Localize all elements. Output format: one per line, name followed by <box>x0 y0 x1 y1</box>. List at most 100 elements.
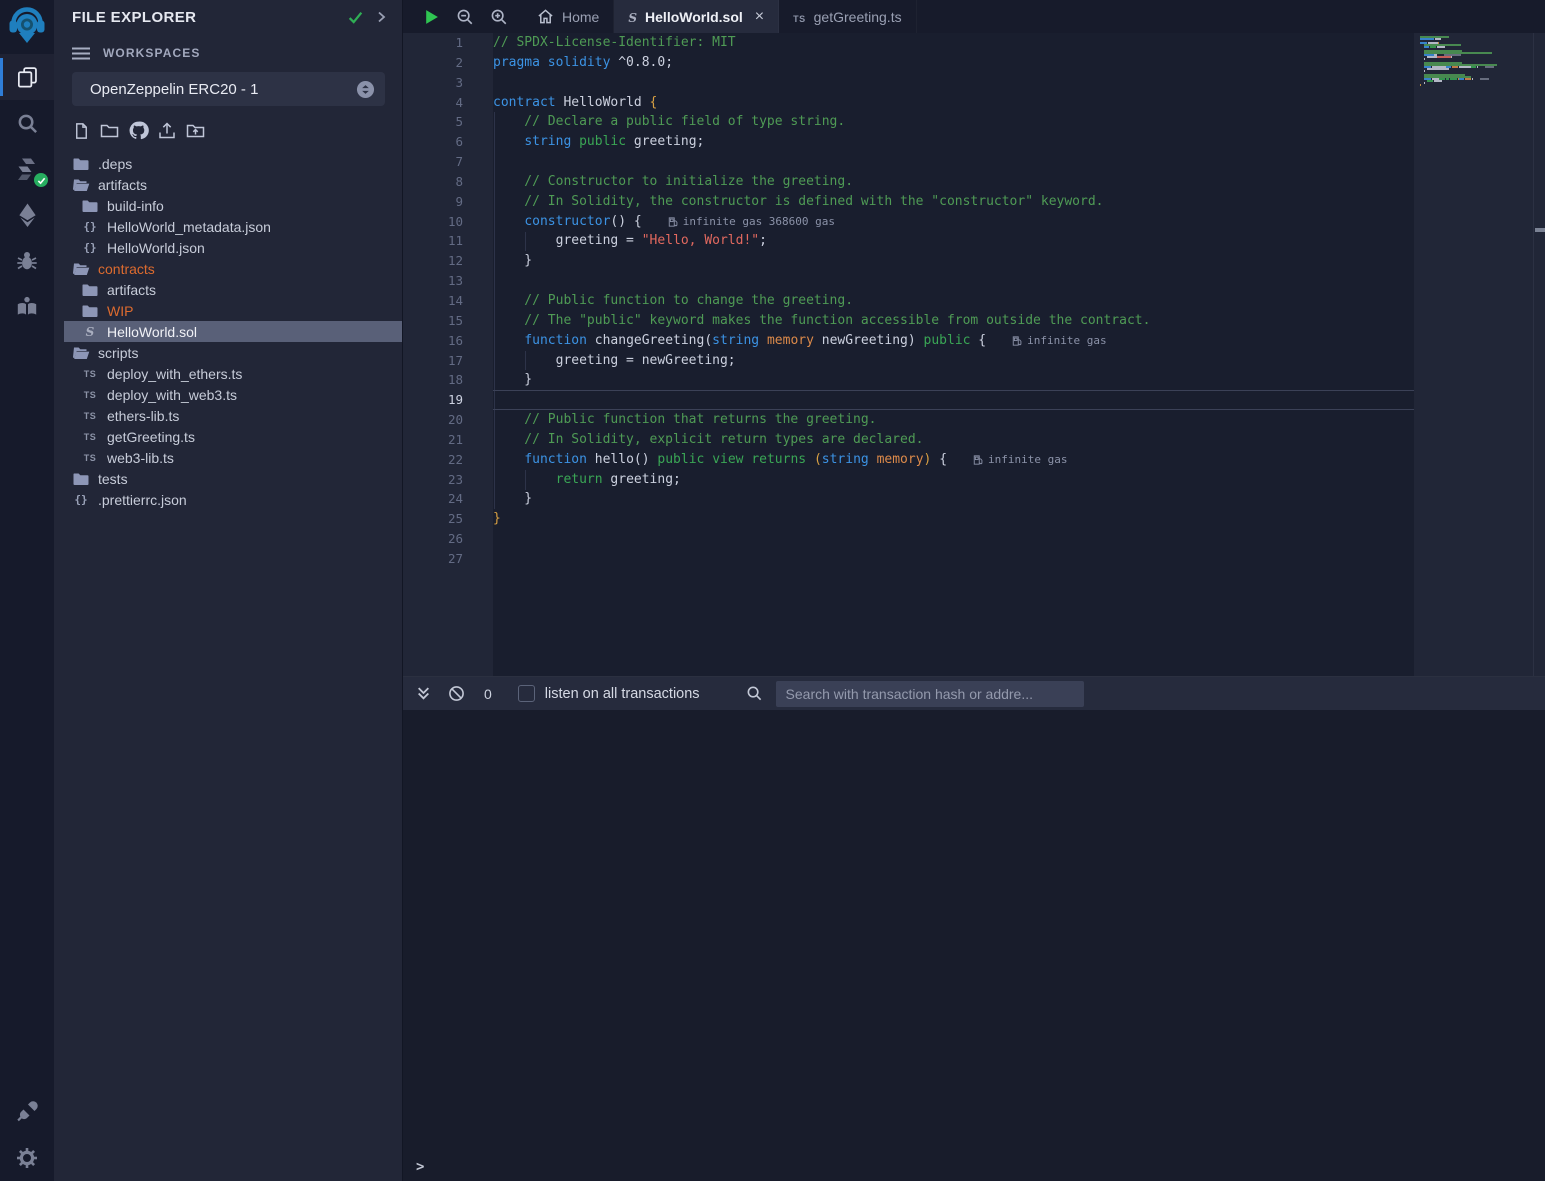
line-number: 10 <box>403 212 463 232</box>
hamburger-menu-icon[interactable] <box>72 47 90 60</box>
tree-item-web3-lib.ts[interactable]: TSweb3-lib.ts <box>64 447 402 468</box>
zoom-out-icon[interactable] <box>456 8 474 26</box>
new-file-icon[interactable] <box>72 121 91 141</box>
code-line-23[interactable]: 23 return greeting; <box>403 470 1414 490</box>
json-icon: {} <box>72 493 90 506</box>
line-number: 7 <box>403 152 463 172</box>
tree-item-.prettierrc.json[interactable]: {}.prettierrc.json <box>64 489 402 510</box>
sol-icon: S <box>81 325 99 339</box>
gas-estimate-annotation: infinite gas <box>973 450 1067 470</box>
code-line-26[interactable]: 26 <box>403 529 1414 549</box>
code-line-8[interactable]: 8 // Constructor to initialize the greet… <box>403 172 1414 192</box>
code-line-24[interactable]: 24 } <box>403 489 1414 509</box>
code-line-16[interactable]: 16 function changeGreeting(string memory… <box>403 331 1414 351</box>
sidebar-item-file-explorer[interactable] <box>0 54 54 100</box>
new-folder-icon[interactable] <box>99 121 120 141</box>
code-line-18[interactable]: 18 } <box>403 370 1414 390</box>
folder-open-icon <box>72 178 90 192</box>
remix-logo-icon <box>7 6 47 48</box>
gas-estimate-annotation: infinite gas 368600 gas <box>668 212 835 232</box>
clear-console-icon[interactable] <box>448 685 465 702</box>
code-line-21[interactable]: 21 // In Solidity, explicit return types… <box>403 430 1414 450</box>
code-line-19[interactable]: 19 <box>403 390 1414 410</box>
sidebar-item-solidity-compiler[interactable] <box>0 146 54 192</box>
code-line-14[interactable]: 14 // Public function to change the gree… <box>403 291 1414 311</box>
terminal-output[interactable]: > <box>403 710 1545 1181</box>
code-line-3[interactable]: 3 <box>403 73 1414 93</box>
code-line-1[interactable]: 1// SPDX-License-Identifier: MIT <box>403 33 1414 53</box>
code-line-13[interactable]: 13 <box>403 271 1414 291</box>
tree-item-label: build-info <box>107 198 164 214</box>
code-line-4[interactable]: 4contract HelloWorld { <box>403 93 1414 113</box>
file-explorer-icon <box>15 65 40 90</box>
terminal-search-input[interactable] <box>776 681 1084 707</box>
sidebar-item-search[interactable] <box>0 100 54 146</box>
code-editor[interactable]: 1// SPDX-License-Identifier: MIT2 pragma … <box>403 33 1545 677</box>
line-number: 2 <box>403 53 463 73</box>
ts-icon: TS <box>81 411 99 421</box>
tree-item-build-info[interactable]: build-info <box>64 195 402 216</box>
code-line-22[interactable]: 22 function hello() public view returns … <box>403 450 1414 470</box>
tree-item-deploy_with_ethers.ts[interactable]: TSdeploy_with_ethers.ts <box>64 363 402 384</box>
code-line-27[interactable]: 27 <box>403 549 1414 569</box>
code-text: string public greeting; <box>493 132 704 152</box>
tab-HelloWorld.sol[interactable]: SHelloWorld.sol× <box>614 0 779 33</box>
tree-item-WIP[interactable]: WIP <box>64 300 402 321</box>
tree-item-scripts[interactable]: scripts <box>64 342 402 363</box>
upload-file-icon[interactable] <box>157 121 177 141</box>
ts-icon: TS <box>81 432 99 442</box>
code-line-2[interactable]: 2 pragma solidity ^0.8.0; <box>403 53 1414 73</box>
tab-getGreeting.ts[interactable]: TSgetGreeting.ts <box>779 0 916 33</box>
tree-item-HelloWorld.json[interactable]: {}HelloWorld.json <box>64 237 402 258</box>
sidebar-item-deploy-run[interactable] <box>0 192 54 238</box>
remix-logo[interactable] <box>0 0 54 54</box>
code-text: pragma solidity ^0.8.0; <box>493 53 673 73</box>
code-line-25[interactable]: 25} <box>403 509 1414 529</box>
upload-folder-icon[interactable] <box>185 121 206 141</box>
tree-item-tests[interactable]: tests <box>64 468 402 489</box>
tree-item-HelloWorld_metadata.json[interactable]: {}HelloWorld_metadata.json <box>64 216 402 237</box>
code-line-9[interactable]: 9 // In Solidity, the constructor is def… <box>403 192 1414 212</box>
sidebar-item-debugger[interactable] <box>0 238 54 284</box>
workspace-select[interactable]: OpenZeppelin ERC20 - 1 <box>72 72 385 106</box>
tree-item-artifacts[interactable]: artifacts <box>64 279 402 300</box>
code-lines: 1// SPDX-License-Identifier: MIT2 pragma … <box>403 33 1414 569</box>
code-line-20[interactable]: 20 // Public function that returns the g… <box>403 410 1414 430</box>
sidebar-item-settings[interactable] <box>0 1135 54 1181</box>
tree-item-artifacts[interactable]: artifacts <box>64 174 402 195</box>
code-line-5[interactable]: 5 // Declare a public field of type stri… <box>403 112 1414 132</box>
code-line-15[interactable]: 15 // The "public" keyword makes the fun… <box>403 311 1414 331</box>
tab-label: getGreeting.ts <box>814 9 902 25</box>
zoom-in-icon[interactable] <box>490 8 508 26</box>
line-number: 14 <box>403 291 463 311</box>
code-line-17[interactable]: 17 greeting = newGreeting; <box>403 351 1414 371</box>
tree-item-.deps[interactable]: .deps <box>64 153 402 174</box>
tree-item-contracts[interactable]: contracts <box>64 258 402 279</box>
run-play-icon[interactable] <box>423 8 440 26</box>
close-tab-icon[interactable]: × <box>755 8 764 26</box>
minimap[interactable] <box>1420 36 1526 90</box>
workspaces-label: WORKSPACES <box>103 46 200 60</box>
listen-transactions-checkbox[interactable] <box>518 685 535 702</box>
line-number: 21 <box>403 430 463 450</box>
code-line-11[interactable]: 11 greeting = "Hello, World!"; <box>403 231 1414 251</box>
code-text: // The "public" keyword makes the functi… <box>493 311 1150 331</box>
tree-item-ethers-lib.ts[interactable]: TSethers-lib.ts <box>64 405 402 426</box>
code-line-7[interactable]: 7 <box>403 152 1414 172</box>
sidebar-item-plugin-manager[interactable] <box>0 1089 54 1135</box>
folder-icon <box>72 157 90 171</box>
code-line-6[interactable]: 6 string public greeting; <box>403 132 1414 152</box>
overview-ruler[interactable] <box>1533 33 1545 676</box>
github-icon[interactable] <box>128 120 149 141</box>
tree-item-HelloWorld.sol[interactable]: SHelloWorld.sol <box>64 321 402 342</box>
tab-Home[interactable]: Home <box>523 0 614 33</box>
ethereum-icon <box>16 202 39 228</box>
sidebar-item-learneth[interactable] <box>0 284 54 330</box>
code-line-12[interactable]: 12 } <box>403 251 1414 271</box>
collapse-terminal-icon[interactable] <box>416 686 431 701</box>
tree-item-label: HelloWorld_metadata.json <box>107 219 271 235</box>
code-line-10[interactable]: 10 constructor() {infinite gas 368600 ga… <box>403 212 1414 232</box>
chevron-right-icon[interactable] <box>374 10 388 24</box>
tree-item-getGreeting.ts[interactable]: TSgetGreeting.ts <box>64 426 402 447</box>
tree-item-deploy_with_web3.ts[interactable]: TSdeploy_with_web3.ts <box>64 384 402 405</box>
